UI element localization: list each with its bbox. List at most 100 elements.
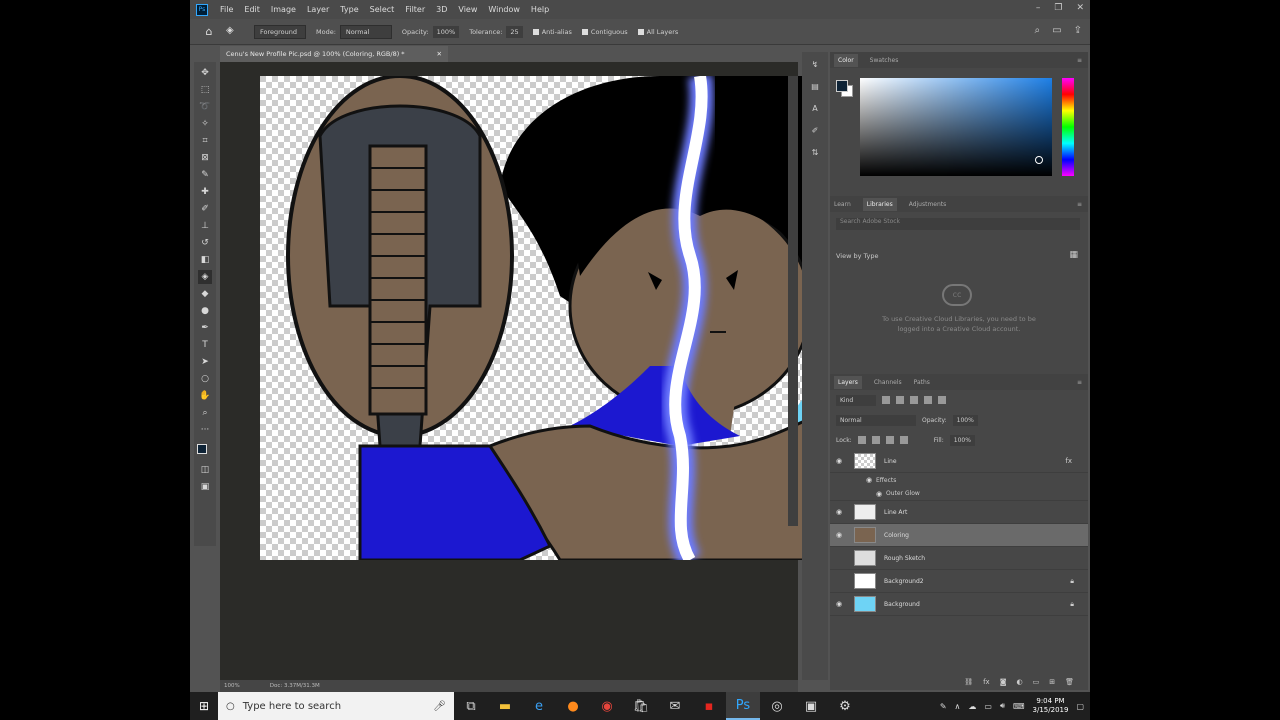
fill-input[interactable]: 100% [949,434,975,446]
type-tool-icon[interactable]: T [198,338,212,352]
quick-mask-icon[interactable]: ◫ [198,463,212,477]
task-view-icon[interactable]: ⧉ [454,692,488,720]
keyboard-icon[interactable]: ⌨ [1013,702,1025,711]
menu-image[interactable]: Image [271,5,296,14]
taskbar-clock[interactable]: 9:04 PM 3/15/2019 [1033,697,1069,715]
eye-icon[interactable]: ◉ [866,476,876,484]
menu-help[interactable]: Help [531,5,549,14]
color-picker-ring[interactable] [1035,156,1043,164]
mail-icon[interactable]: ✉ [658,692,692,720]
brush-panel-icon[interactable]: ✐ [809,126,821,138]
acrobat-icon[interactable]: ▪ [692,692,726,720]
menu-edit[interactable]: Edit [244,5,260,14]
pixel-filter-icon[interactable] [882,396,890,404]
brush-tool-icon[interactable]: ✐ [198,202,212,216]
foreground-color-chip[interactable] [836,80,848,92]
frame-tool-icon[interactable]: ⊠ [198,151,212,165]
settings-icon[interactable]: ⚙ [828,692,862,720]
menu-type[interactable]: Type [340,5,358,14]
layer-row[interactable]: ◉ Line Art [830,501,1088,524]
photoshop-logo-icon[interactable]: Ps [196,3,208,16]
effects-row[interactable]: ◉ Effects [830,473,1088,487]
move-tool-icon[interactable]: ✥ [198,66,212,80]
notifications-icon[interactable]: ▢ [1076,702,1084,711]
minimize-icon[interactable]: – [1036,3,1041,13]
hue-slider[interactable] [1062,78,1074,176]
menu-select[interactable]: Select [370,5,395,14]
new-layer-icon[interactable]: ⊞ [1049,678,1055,686]
delete-layer-icon[interactable]: 🗑︎ [1065,678,1074,686]
panel-menu-icon[interactable]: ≡ [1077,201,1082,208]
edge-browser-icon[interactable]: e [522,692,556,720]
mode-dropdown[interactable]: Normal [339,24,392,39]
close-tab-icon[interactable]: ✕ [437,50,442,58]
character-panel-icon[interactable]: A [809,104,821,116]
menu-window[interactable]: Window [488,5,520,14]
tab-layers[interactable]: Layers [834,375,862,389]
more-tools-icon[interactable]: ··· [198,423,212,437]
new-group-icon[interactable]: ▭ [1033,678,1040,686]
eye-icon[interactable]: ◉ [836,531,846,539]
lock-transparent-icon[interactable] [857,436,866,444]
lock-position-icon[interactable] [885,436,894,444]
layer-opacity-input[interactable]: 100% [952,414,978,426]
eraser-tool-icon[interactable]: ◧ [198,253,212,267]
pen-tool-icon[interactable]: ✒ [198,321,212,335]
adjustment-layer-icon[interactable]: ◐ [1017,678,1023,686]
grid-view-icon[interactable]: ▦ [1069,250,1078,260]
layer-row[interactable]: Background2 🔒︎ [830,570,1088,593]
close-icon[interactable]: ✕ [1076,3,1084,13]
panel-menu-icon[interactable]: ≡ [1077,57,1082,64]
smart-object-filter-icon[interactable] [938,396,946,404]
all-layers-checkbox[interactable]: All Layers [637,28,678,36]
vertical-scrollbar[interactable] [788,76,798,526]
color-field[interactable] [860,78,1052,176]
kind-filter-dropdown[interactable]: Kind [836,394,876,406]
panel-menu-icon[interactable]: ≡ [1077,379,1082,386]
opacity-input[interactable]: 100% [432,25,460,38]
tab-adjustments[interactable]: Adjustments [909,201,947,208]
color-swatches[interactable] [197,444,213,460]
link-layers-icon[interactable]: ⛓ [964,678,973,686]
tab-learn[interactable]: Learn [834,201,851,208]
tolerance-input[interactable]: 25 [506,25,523,38]
contiguous-checkbox[interactable]: Contiguous [581,28,628,36]
store-icon[interactable]: 🛍︎ [624,692,658,720]
windows-start-icon[interactable]: ⊞ [190,692,218,720]
tab-paths[interactable]: Paths [914,379,930,386]
foreground-color-swatch[interactable] [197,444,207,454]
healing-brush-tool-icon[interactable]: ✚ [198,185,212,199]
anti-alias-checkbox[interactable]: Anti-alias [532,28,572,36]
library-search-input[interactable]: Search Adobe Stock [836,218,1080,230]
shape-filter-icon[interactable] [924,396,932,404]
restore-icon[interactable]: ❐ [1054,3,1062,13]
menu-view[interactable]: View [458,5,477,14]
eyedropper-tool-icon[interactable]: ✎ [198,168,212,182]
tray-chevron-icon[interactable]: ∧ [955,702,961,711]
zoom-level[interactable]: 100% [224,683,240,689]
eye-icon[interactable]: ◉ [876,490,886,498]
app-icon[interactable]: ▣ [794,692,828,720]
adjust-panel-icon[interactable]: ⇅ [809,148,821,160]
network-icon[interactable]: ▭ [984,702,992,711]
menu-file[interactable]: File [220,5,233,14]
tab-swatches[interactable]: Swatches [870,57,899,64]
cloud-icon[interactable]: ☁ [968,702,976,711]
tab-color[interactable]: Color [834,53,858,67]
magic-wand-tool-icon[interactable]: ✧ [198,117,212,131]
canvas-workspace[interactable] [220,62,818,680]
doc-size[interactable]: Doc: 3.37M/31.3M [270,683,320,689]
view-by-dropdown[interactable]: View by Type [836,252,878,260]
eye-icon[interactable]: ◉ [836,457,846,465]
tab-libraries[interactable]: Libraries [862,197,897,211]
workspace-icon[interactable]: ▭ [1052,25,1061,36]
shape-tool-icon[interactable]: ○ [198,372,212,386]
home-icon[interactable]: ⌂ [202,25,216,39]
eye-icon[interactable]: ◉ [836,600,846,608]
outer-glow-row[interactable]: ◉ Outer Glow [830,487,1088,501]
share-icon[interactable]: ⇪ [1074,25,1082,36]
search-icon[interactable]: ⌕ [1035,25,1041,36]
crop-tool-icon[interactable]: ⌗ [198,134,212,148]
screen-mode-icon[interactable]: ▣ [198,480,212,494]
artwork-canvas[interactable] [260,76,818,560]
